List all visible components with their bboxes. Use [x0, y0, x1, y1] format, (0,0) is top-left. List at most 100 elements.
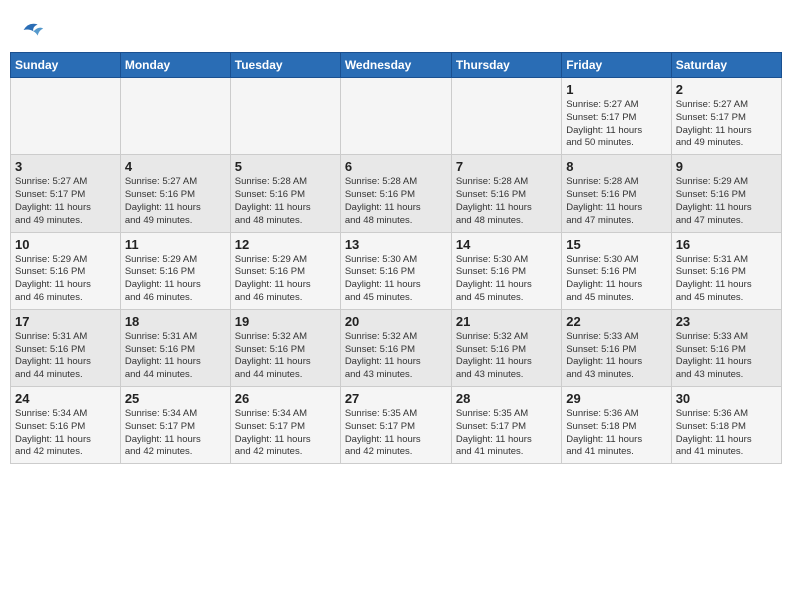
- day-number: 27: [345, 391, 447, 406]
- day-number: 14: [456, 237, 557, 252]
- day-number: 20: [345, 314, 447, 329]
- calendar-day-cell: 21 Sunrise: 5:32 AMSunset: 5:16 PMDayligh…: [451, 309, 561, 386]
- day-number: 23: [676, 314, 777, 329]
- day-info: Sunrise: 5:30 AMSunset: 5:16 PMDaylight:…: [345, 254, 447, 305]
- calendar-day-cell: 15 Sunrise: 5:30 AMSunset: 5:16 PMDayligh…: [562, 232, 671, 309]
- day-info: Sunrise: 5:28 AMSunset: 5:16 PMDaylight:…: [235, 176, 336, 227]
- calendar-day-cell: 25 Sunrise: 5:34 AMSunset: 5:17 PMDayligh…: [120, 387, 230, 464]
- day-info: Sunrise: 5:27 AMSunset: 5:17 PMDaylight:…: [566, 99, 666, 150]
- calendar-body: 1 Sunrise: 5:27 AMSunset: 5:17 PMDaylight…: [11, 78, 782, 464]
- day-info: Sunrise: 5:28 AMSunset: 5:16 PMDaylight:…: [566, 176, 666, 227]
- calendar-header-cell: Monday: [120, 53, 230, 78]
- calendar-day-cell: 29Sunrise: 5:36 AMSunset: 5:18 PMDayligh…: [562, 387, 671, 464]
- calendar-day-cell: 8 Sunrise: 5:28 AMSunset: 5:16 PMDaylight…: [562, 155, 671, 232]
- calendar-day-cell: 24Sunrise: 5:34 AMSunset: 5:16 PMDayligh…: [11, 387, 121, 464]
- calendar-day-cell: 9 Sunrise: 5:29 AMSunset: 5:16 PMDaylight…: [671, 155, 781, 232]
- day-number: 19: [235, 314, 336, 329]
- day-info: Sunrise: 5:27 AMSunset: 5:16 PMDaylight:…: [125, 176, 226, 227]
- day-number: 11: [125, 237, 226, 252]
- calendar-day-cell: 1 Sunrise: 5:27 AMSunset: 5:17 PMDaylight…: [562, 78, 671, 155]
- day-info: Sunrise: 5:31 AMSunset: 5:16 PMDaylight:…: [676, 254, 777, 305]
- day-info: Sunrise: 5:35 AMSunset: 5:17 PMDaylight:…: [456, 408, 557, 459]
- day-info: Sunrise: 5:34 AMSunset: 5:16 PMDaylight:…: [15, 408, 116, 459]
- page: SundayMondayTuesdayWednesdayThursdayFrid…: [0, 0, 792, 612]
- day-number: 17: [15, 314, 116, 329]
- day-number: 5: [235, 159, 336, 174]
- calendar-day-cell: 14Sunrise: 5:30 AMSunset: 5:16 PMDayligh…: [451, 232, 561, 309]
- day-info: Sunrise: 5:29 AMSunset: 5:16 PMDaylight:…: [125, 254, 226, 305]
- calendar-day-cell: 16 Sunrise: 5:31 AMSunset: 5:16 PMDayligh…: [671, 232, 781, 309]
- day-number: 25: [125, 391, 226, 406]
- calendar-day-cell: 7 Sunrise: 5:28 AMSunset: 5:16 PMDaylight…: [451, 155, 561, 232]
- day-info: Sunrise: 5:30 AMSunset: 5:16 PMDaylight:…: [566, 254, 666, 305]
- calendar-day-cell: 17 Sunrise: 5:31 AMSunset: 5:16 PMDayligh…: [11, 309, 121, 386]
- calendar-day-cell: 10 Sunrise: 5:29 AMSunset: 5:16 PMDayligh…: [11, 232, 121, 309]
- day-info: Sunrise: 5:33 AMSunset: 5:16 PMDaylight:…: [676, 331, 777, 382]
- calendar-week-row: 3 Sunrise: 5:27 AMSunset: 5:17 PMDaylight…: [11, 155, 782, 232]
- calendar-day-cell: [340, 78, 451, 155]
- day-number: 2: [676, 82, 777, 97]
- day-info: Sunrise: 5:29 AMSunset: 5:16 PMDaylight:…: [235, 254, 336, 305]
- day-number: 6: [345, 159, 447, 174]
- calendar-header-cell: Saturday: [671, 53, 781, 78]
- calendar-day-cell: 19 Sunrise: 5:32 AMSunset: 5:16 PMDayligh…: [230, 309, 340, 386]
- calendar-day-cell: [230, 78, 340, 155]
- day-info: Sunrise: 5:34 AMSunset: 5:17 PMDaylight:…: [125, 408, 226, 459]
- day-number: 29: [566, 391, 666, 406]
- calendar-header-cell: Thursday: [451, 53, 561, 78]
- calendar-day-cell: 20Sunrise: 5:32 AMSunset: 5:16 PMDayligh…: [340, 309, 451, 386]
- day-number: 1: [566, 82, 666, 97]
- calendar-day-cell: 26Sunrise: 5:34 AMSunset: 5:17 PMDayligh…: [230, 387, 340, 464]
- calendar-day-cell: [451, 78, 561, 155]
- calendar-week-row: 24Sunrise: 5:34 AMSunset: 5:16 PMDayligh…: [11, 387, 782, 464]
- day-info: Sunrise: 5:33 AMSunset: 5:16 PMDaylight:…: [566, 331, 666, 382]
- calendar-header-cell: Sunday: [11, 53, 121, 78]
- day-number: 3: [15, 159, 116, 174]
- calendar-header-cell: Wednesday: [340, 53, 451, 78]
- day-number: 15: [566, 237, 666, 252]
- day-info: Sunrise: 5:32 AMSunset: 5:16 PMDaylight:…: [235, 331, 336, 382]
- day-number: 13: [345, 237, 447, 252]
- calendar-day-cell: 13 Sunrise: 5:30 AMSunset: 5:16 PMDayligh…: [340, 232, 451, 309]
- calendar-day-cell: 27 Sunrise: 5:35 AMSunset: 5:17 PMDayligh…: [340, 387, 451, 464]
- day-info: Sunrise: 5:28 AMSunset: 5:16 PMDaylight:…: [345, 176, 447, 227]
- day-number: 22: [566, 314, 666, 329]
- header: [10, 10, 782, 44]
- day-info: Sunrise: 5:32 AMSunset: 5:16 PMDaylight:…: [456, 331, 557, 382]
- calendar-header-cell: Friday: [562, 53, 671, 78]
- day-info: Sunrise: 5:31 AMSunset: 5:16 PMDaylight:…: [15, 331, 116, 382]
- day-number: 26: [235, 391, 336, 406]
- day-number: 28: [456, 391, 557, 406]
- calendar-day-cell: [120, 78, 230, 155]
- calendar-day-cell: 3 Sunrise: 5:27 AMSunset: 5:17 PMDaylight…: [11, 155, 121, 232]
- day-number: 21: [456, 314, 557, 329]
- calendar-day-cell: 30Sunrise: 5:36 AMSunset: 5:18 PMDayligh…: [671, 387, 781, 464]
- day-info: Sunrise: 5:27 AMSunset: 5:17 PMDaylight:…: [15, 176, 116, 227]
- day-info: Sunrise: 5:29 AMSunset: 5:16 PMDaylight:…: [15, 254, 116, 305]
- day-number: 7: [456, 159, 557, 174]
- calendar-header-row: SundayMondayTuesdayWednesdayThursdayFrid…: [11, 53, 782, 78]
- day-number: 9: [676, 159, 777, 174]
- day-number: 10: [15, 237, 116, 252]
- day-info: Sunrise: 5:35 AMSunset: 5:17 PMDaylight:…: [345, 408, 447, 459]
- calendar-day-cell: 18 Sunrise: 5:31 AMSunset: 5:16 PMDayligh…: [120, 309, 230, 386]
- calendar-header-cell: Tuesday: [230, 53, 340, 78]
- logo: [14, 16, 46, 44]
- calendar-day-cell: 28 Sunrise: 5:35 AMSunset: 5:17 PMDayligh…: [451, 387, 561, 464]
- calendar-day-cell: 12 Sunrise: 5:29 AMSunset: 5:16 PMDayligh…: [230, 232, 340, 309]
- day-number: 8: [566, 159, 666, 174]
- calendar-week-row: 10 Sunrise: 5:29 AMSunset: 5:16 PMDayligh…: [11, 232, 782, 309]
- day-info: Sunrise: 5:29 AMSunset: 5:16 PMDaylight:…: [676, 176, 777, 227]
- day-info: Sunrise: 5:31 AMSunset: 5:16 PMDaylight:…: [125, 331, 226, 382]
- calendar-day-cell: 22 Sunrise: 5:33 AMSunset: 5:16 PMDayligh…: [562, 309, 671, 386]
- day-number: 18: [125, 314, 226, 329]
- day-number: 16: [676, 237, 777, 252]
- calendar-day-cell: 6 Sunrise: 5:28 AMSunset: 5:16 PMDaylight…: [340, 155, 451, 232]
- day-info: Sunrise: 5:28 AMSunset: 5:16 PMDaylight:…: [456, 176, 557, 227]
- day-number: 4: [125, 159, 226, 174]
- calendar-day-cell: 5 Sunrise: 5:28 AMSunset: 5:16 PMDaylight…: [230, 155, 340, 232]
- calendar-week-row: 1 Sunrise: 5:27 AMSunset: 5:17 PMDaylight…: [11, 78, 782, 155]
- day-number: 12: [235, 237, 336, 252]
- calendar-day-cell: [11, 78, 121, 155]
- calendar-table: SundayMondayTuesdayWednesdayThursdayFrid…: [10, 52, 782, 464]
